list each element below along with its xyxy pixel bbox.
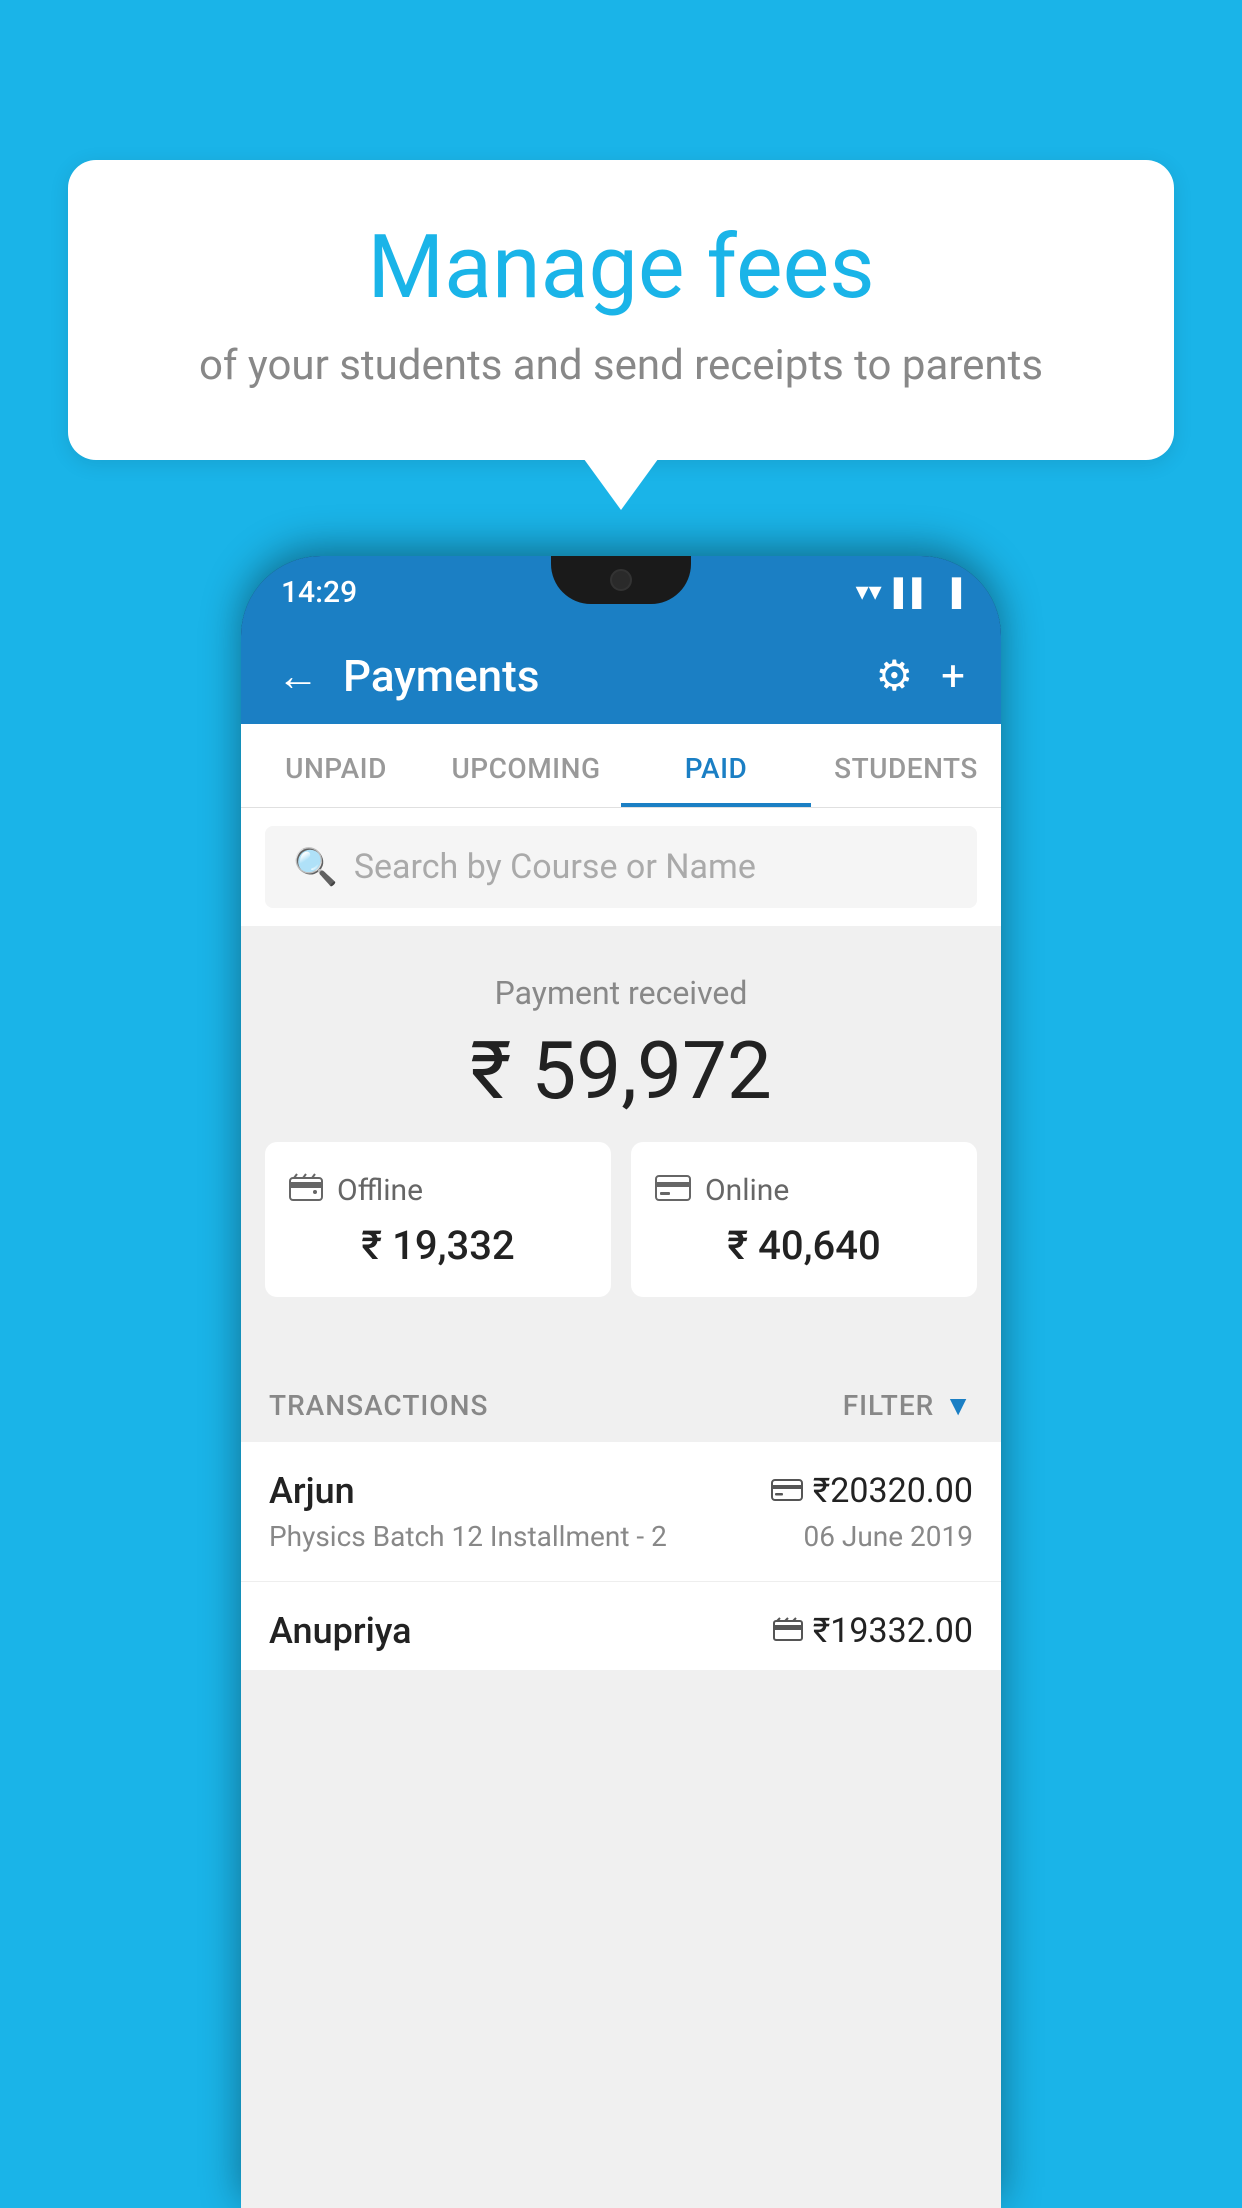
offline-label: Offline (337, 1173, 423, 1208)
online-card-header: Online (655, 1170, 953, 1210)
transaction-amount: ₹19332.00 (773, 1611, 973, 1651)
bubble-subtitle: of your students and send receipts to pa… (148, 341, 1094, 390)
search-bar[interactable]: 🔍 Search by Course or Name (265, 826, 977, 908)
status-icons: ▾▾ ▌▌ ▐ (856, 577, 961, 608)
notch (551, 556, 691, 604)
payment-total-amount: ₹ 59,972 (241, 1024, 1001, 1118)
search-input[interactable]: Search by Course or Name (354, 847, 756, 887)
tab-unpaid[interactable]: UNPAID (241, 724, 431, 807)
payment-type-icon-offline (773, 1615, 803, 1648)
tabs-container: UNPAID UPCOMING PAID STUDENTS (241, 724, 1001, 808)
speech-bubble: Manage fees of your students and send re… (68, 160, 1174, 460)
page-title: Payments (343, 650, 852, 702)
app-content: 🔍 Search by Course or Name Payment recei… (241, 808, 1001, 2208)
wifi-icon: ▾▾ (856, 577, 882, 607)
transaction-top: Anupriya ₹19332.00 (269, 1610, 973, 1652)
bubble-title: Manage fees (148, 220, 1094, 317)
search-icon: 🔍 (293, 846, 338, 888)
offline-icon (289, 1170, 323, 1210)
transactions-header: TRANSACTIONS FILTER ▼ (241, 1361, 1001, 1442)
transaction-bottom: Physics Batch 12 Installment - 2 06 June… (269, 1520, 973, 1553)
payment-received-section: Payment received ₹ 59,972 (241, 926, 1001, 1361)
camera (610, 569, 632, 591)
header-actions: ⚙ + (876, 651, 966, 701)
student-name: Anupriya (269, 1610, 412, 1652)
settings-icon[interactable]: ⚙ (876, 651, 914, 701)
speech-bubble-container: Manage fees of your students and send re… (68, 160, 1174, 460)
student-name: Arjun (269, 1470, 355, 1512)
battery-icon: ▐ (943, 577, 961, 608)
online-icon (655, 1170, 691, 1210)
status-time: 14:29 (281, 575, 357, 610)
transaction-amount: ₹20320.00 (771, 1471, 973, 1511)
tab-paid[interactable]: PAID (621, 724, 811, 807)
transaction-top: Arjun ₹20320.00 (269, 1470, 973, 1512)
payment-type-icon-online (771, 1475, 803, 1508)
filter-icon: ▼ (944, 1389, 973, 1422)
table-row[interactable]: Anupriya ₹19332.00 (241, 1582, 1001, 1670)
offline-card-header: Offline (289, 1170, 587, 1210)
phone-wrapper: 14:29 ▾▾ ▌▌ ▐ ← Payments ⚙ + UNPAID (241, 556, 1001, 2208)
status-bar: 14:29 ▾▾ ▌▌ ▐ (241, 556, 1001, 628)
back-button[interactable]: ← (277, 652, 319, 701)
add-icon[interactable]: + (941, 652, 965, 701)
app-header: ← Payments ⚙ + (241, 628, 1001, 724)
phone-frame: 14:29 ▾▾ ▌▌ ▐ ← Payments ⚙ + UNPAID (241, 556, 1001, 2208)
amount-value: ₹20320.00 (813, 1471, 973, 1511)
transaction-date: 06 June 2019 (803, 1520, 973, 1553)
filter-button[interactable]: FILTER ▼ (843, 1389, 973, 1422)
payment-cards: Offline ₹ 19,332 (241, 1142, 1001, 1329)
online-label: Online (705, 1173, 789, 1208)
tab-students[interactable]: STUDENTS (811, 724, 1001, 807)
signal-icon: ▌▌ (894, 577, 931, 608)
tab-upcoming[interactable]: UPCOMING (431, 724, 621, 807)
transactions-label: TRANSACTIONS (269, 1389, 488, 1422)
filter-text: FILTER (843, 1389, 935, 1422)
payment-received-label: Payment received (241, 974, 1001, 1012)
online-card: Online ₹ 40,640 (631, 1142, 977, 1297)
online-amount: ₹ 40,640 (655, 1222, 953, 1269)
search-container: 🔍 Search by Course or Name (241, 808, 1001, 926)
course-info: Physics Batch 12 Installment - 2 (269, 1520, 667, 1553)
table-row[interactable]: Arjun ₹20320.00 (241, 1442, 1001, 1582)
amount-value: ₹19332.00 (813, 1611, 973, 1651)
offline-amount: ₹ 19,332 (289, 1222, 587, 1269)
offline-card: Offline ₹ 19,332 (265, 1142, 611, 1297)
